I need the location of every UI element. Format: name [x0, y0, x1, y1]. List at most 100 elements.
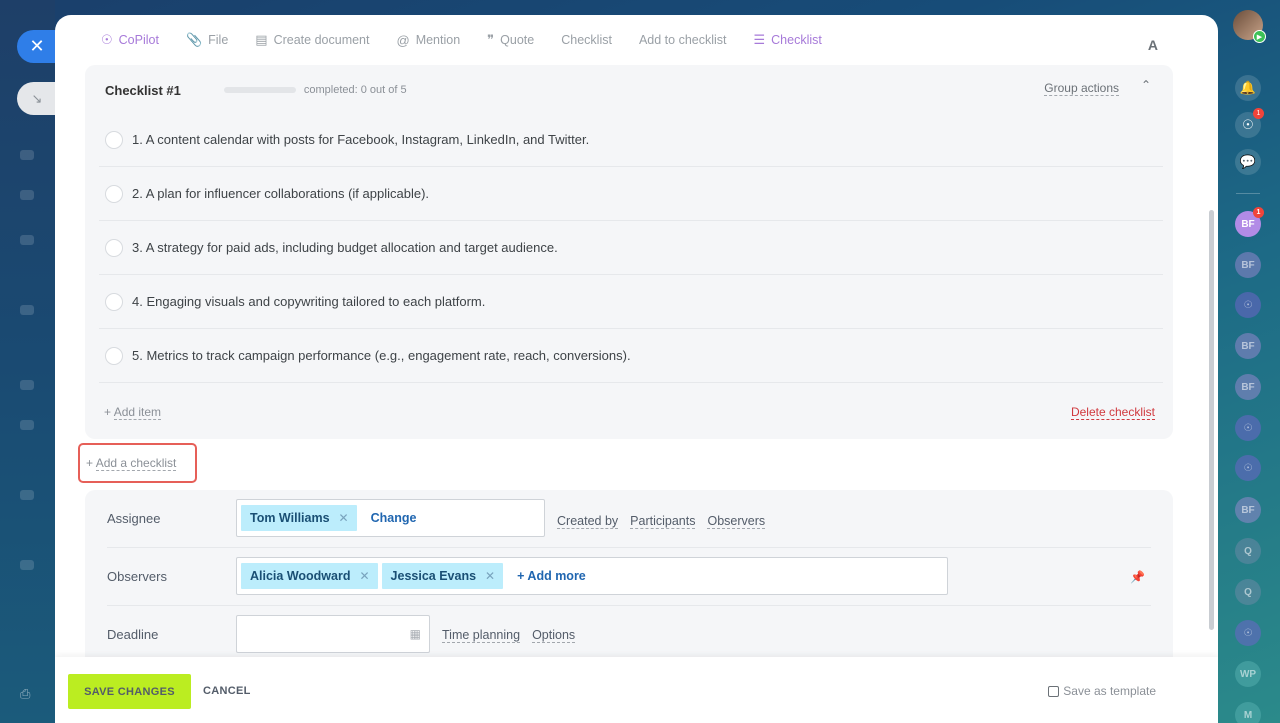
panel-scrollbar[interactable] [1209, 210, 1214, 630]
deadline-row: Deadline ▦ Time planning Options [85, 606, 1173, 664]
paperclip-icon: 📎 [185, 32, 203, 47]
checklist-item-text[interactable]: 1. A content calendar with posts for Fac… [132, 132, 589, 147]
copilot-chat-avatar[interactable]: ☉ [1235, 415, 1261, 441]
recent-chat-avatar[interactable]: BF 1 [1235, 207, 1264, 237]
checklist-item[interactable]: 3. A strategy for paid ads, including bu… [99, 221, 1163, 275]
checklist-item-checkbox[interactable] [105, 346, 123, 365]
at-icon: @ [396, 32, 410, 48]
checklist-item-text[interactable]: 2. A plan for influencer collaborations … [132, 186, 429, 201]
bg-menu-dot [20, 305, 34, 315]
checklist-item-checkbox[interactable] [105, 130, 123, 149]
user-avatar[interactable]: ▶ [1233, 10, 1266, 43]
recent-chat-avatar[interactable]: BF [1235, 374, 1261, 400]
checklist-item-text[interactable]: 3. A strategy for paid ads, including bu… [132, 240, 558, 255]
bg-menu-dot [20, 560, 34, 570]
toolbar-copilot[interactable]: ☉ CoPilot [101, 32, 159, 48]
recent-chat-avatar[interactable]: Q [1235, 538, 1261, 564]
checklist-progress-bar [223, 87, 296, 93]
copilot-chat-icon[interactable]: ☉ 1 [1235, 108, 1264, 138]
minimize-icon: ↘ [31, 90, 43, 106]
copilot-chat-avatar[interactable]: ☉ [1235, 292, 1261, 318]
bg-menu-dot [20, 235, 34, 245]
checkbox[interactable] [1048, 685, 1060, 697]
recent-chat-avatar[interactable]: Q [1235, 579, 1261, 605]
minimize-slider-button[interactable]: ↘ [17, 82, 57, 115]
assignee-row: Assignee Tom Williams ✕ Change Created b… [85, 490, 1173, 548]
checklist-item[interactable]: 1. A content calendar with posts for Fac… [99, 113, 1163, 167]
assignee-field[interactable]: Tom Williams ✕ Change [236, 499, 545, 537]
font-format-icon[interactable]: A [1148, 37, 1158, 53]
recent-chat-avatar[interactable]: BF [1235, 497, 1261, 523]
checklist-item[interactable]: 4. Engaging visuals and copywriting tail… [99, 275, 1163, 329]
observer-tag[interactable]: Alicia Woodward ✕ [241, 563, 378, 589]
cancel-button[interactable]: CANCEL [203, 685, 251, 697]
bg-menu-dot [20, 150, 34, 160]
checklist-title[interactable]: Checklist #1 [105, 83, 181, 98]
toolbar-quote[interactable]: ❞ Quote [487, 32, 534, 48]
notification-badge: 1 [1253, 108, 1264, 119]
toolbar-add-to-checklist[interactable]: Add to checklist [639, 33, 727, 47]
bg-menu-dot [20, 490, 34, 500]
checklist-item[interactable]: 2. A plan for influencer collaborations … [99, 167, 1163, 221]
group-actions-link[interactable]: Group actions [1044, 81, 1119, 96]
copilot-icon: ☉ [101, 32, 113, 47]
observers-field[interactable]: Alicia Woodward ✕ Jessica Evans ✕ + Add … [236, 557, 948, 595]
deadline-label: Deadline [107, 627, 159, 642]
add-more-observers-link[interactable]: + Add more [517, 569, 586, 583]
checklist-item-text[interactable]: 5. Metrics to track campaign performance… [132, 348, 631, 363]
close-slider-button[interactable]: ✕ [17, 30, 57, 63]
checklist-item[interactable]: 5. Metrics to track campaign performance… [99, 329, 1163, 383]
copilot-chat-avatar[interactable]: ☉ [1235, 620, 1261, 646]
save-changes-button[interactable]: SAVE CHANGES [68, 674, 191, 709]
recent-chat-avatar[interactable]: BF [1235, 252, 1261, 278]
recent-chat-avatar[interactable]: BF [1235, 333, 1261, 359]
bg-menu-dot [20, 380, 34, 390]
observer-tag[interactable]: Jessica Evans ✕ [381, 563, 504, 589]
footer-bar: SAVE CHANGES CANCEL Save as template [55, 657, 1218, 723]
recent-chat-avatar[interactable]: WP [1235, 661, 1261, 687]
change-assignee-link[interactable]: Change [371, 511, 417, 525]
toolbar-checklist[interactable]: Checklist [561, 33, 612, 47]
task-properties: Assignee Tom Williams ✕ Change Created b… [85, 490, 1173, 670]
checklist-header: Checklist #1 completed: 0 out of 5 [105, 80, 1155, 100]
add-checklist-link[interactable]: + Add a checklist [86, 456, 177, 471]
right-sidebar: ▶ 🔔 ☉ 1 💬 BF 1 BF ☉ BF BF ☉ ☉ BF Q Q ☉ WP… [1218, 0, 1280, 723]
recent-chat-avatar[interactable]: M [1235, 702, 1261, 723]
observers-row: Observers Alicia Woodward ✕ Jessica Evan… [85, 548, 1173, 606]
options-link[interactable]: Options [532, 628, 576, 643]
time-planning-link[interactable]: Time planning [442, 628, 521, 643]
remove-tag-icon[interactable]: ✕ [339, 511, 349, 525]
delete-checklist-link[interactable]: Delete checklist [1070, 405, 1155, 420]
assignee-role-links: Created by Participants Observers [557, 514, 777, 529]
checklist-item-checkbox[interactable] [105, 292, 123, 311]
remove-tag-icon[interactable]: ✕ [485, 569, 495, 583]
printer-icon[interactable]: ⎙ [20, 686, 34, 701]
copilot-chat-avatar[interactable]: ☉ [1235, 455, 1261, 481]
toolbar-mention[interactable]: @ Mention [396, 33, 460, 48]
assignee-tag[interactable]: Tom Williams ✕ [241, 505, 357, 531]
checklist-item-checkbox[interactable] [105, 238, 123, 257]
close-icon: ✕ [29, 36, 45, 56]
remove-tag-icon[interactable]: ✕ [359, 569, 369, 583]
toolbar-create-document[interactable]: ▤ Create document [255, 32, 369, 48]
chat-icon[interactable]: 💬 [1235, 149, 1261, 175]
add-item-link[interactable]: + Add item [104, 405, 162, 420]
checklist-item-text[interactable]: 4. Engaging visuals and copywriting tail… [132, 294, 485, 309]
deadline-input[interactable]: ▦ [236, 615, 430, 653]
notification-badge: 1 [1253, 207, 1264, 218]
checklist-item-checkbox[interactable] [105, 184, 123, 203]
toolbar-file[interactable]: 📎 File [186, 32, 228, 48]
deadline-links: Time planning Options [442, 628, 587, 643]
quote-icon: ❞ [487, 32, 495, 47]
created-by-link[interactable]: Created by [557, 514, 619, 529]
calendar-icon[interactable]: ▦ [410, 627, 421, 641]
pin-icon[interactable]: 📌 [1130, 570, 1145, 584]
chevron-up-icon[interactable]: ⌃ [1141, 78, 1151, 92]
participants-link[interactable]: Participants [630, 514, 696, 529]
bg-menu-dot [20, 420, 34, 430]
toolbar-checklist-copilot[interactable]: ☰ Checklist [754, 32, 822, 48]
observers-label: Observers [107, 569, 167, 584]
bell-icon[interactable]: 🔔 [1235, 75, 1261, 101]
save-as-template-checkbox[interactable]: Save as template [1048, 684, 1156, 698]
observers-link[interactable]: Observers [707, 514, 766, 529]
